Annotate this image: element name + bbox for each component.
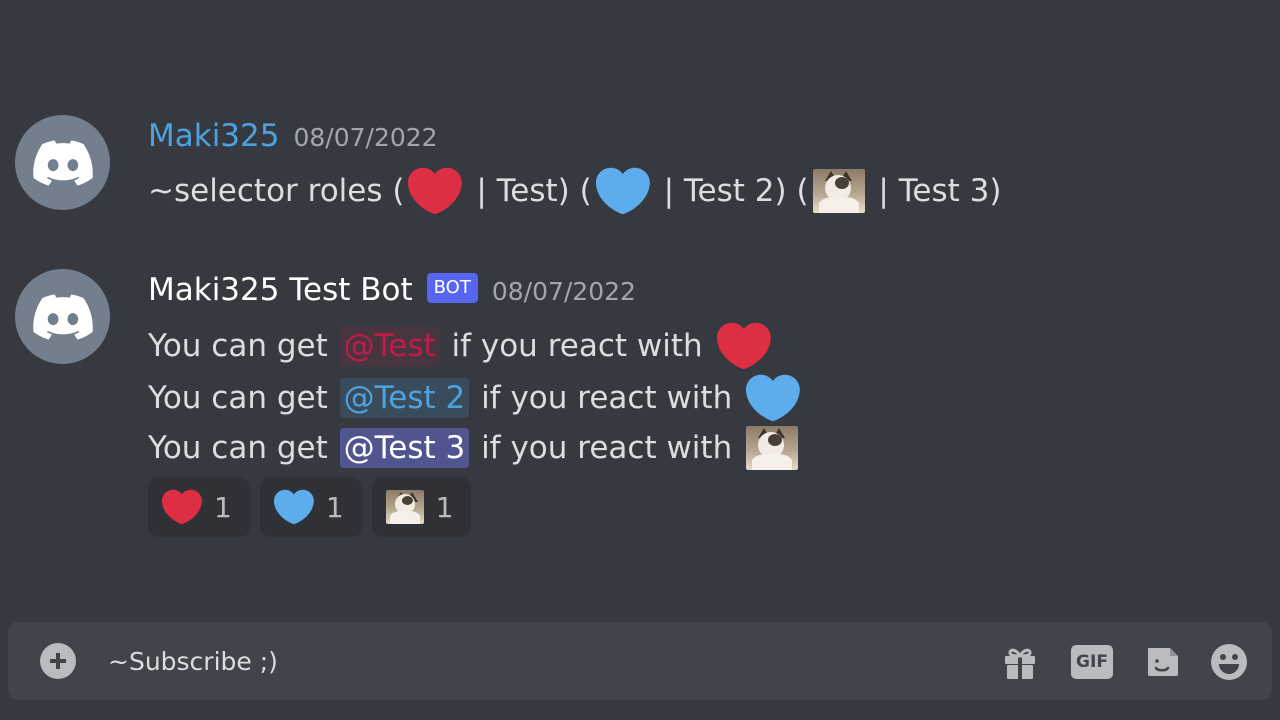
sticker-icon	[1148, 648, 1178, 676]
blue-heart-emoji-icon	[273, 489, 314, 525]
reaction-cat[interactable]: 1	[371, 477, 472, 537]
discord-logo-icon	[32, 139, 93, 186]
reaction-count: 1	[435, 490, 454, 524]
message-header: Maki325 08/07/2022	[148, 118, 438, 154]
content-text: ~selector roles (	[148, 173, 405, 209]
timestamp: 08/07/2022	[293, 123, 438, 152]
line-text: if you react with	[471, 430, 743, 466]
avatar[interactable]	[15, 115, 110, 210]
reaction-red-heart[interactable]: 1	[148, 477, 250, 537]
sticker-button[interactable]	[1140, 640, 1184, 684]
message-header: Maki325 Test Bot BOT 08/07/2022	[148, 272, 636, 308]
message-composer: GIF	[8, 622, 1272, 700]
message-input[interactable]	[108, 640, 908, 682]
message-line: You can get @Test if you react with	[148, 322, 775, 370]
reaction-blue-heart[interactable]: 1	[259, 477, 362, 537]
author-name[interactable]: Maki325 Test Bot	[148, 272, 413, 308]
red-heart-emoji-icon	[408, 167, 463, 215]
red-heart-emoji-icon	[162, 489, 202, 525]
reaction-count: 1	[214, 490, 232, 524]
content-text: | Test 3)	[868, 173, 1002, 209]
gift-icon	[1005, 648, 1035, 679]
author-name[interactable]: Maki325	[148, 118, 279, 154]
timestamp: 08/07/2022	[491, 277, 636, 306]
message-content: ~selector roles ( | Test) ( | Test 2) ( …	[148, 167, 1001, 215]
emoji-button[interactable]	[1207, 640, 1251, 684]
plus-icon	[50, 653, 66, 669]
line-text: if you react with	[471, 380, 743, 416]
discord-logo-icon	[32, 293, 93, 340]
gif-label: GIF	[1071, 645, 1113, 679]
cat-emoji-icon	[746, 426, 799, 470]
avatar[interactable]	[15, 269, 110, 364]
emoji-icon	[1211, 644, 1247, 680]
role-mention-test-2[interactable]: @Test 2	[339, 378, 470, 418]
upload-button[interactable]	[40, 643, 76, 679]
reaction-count: 1	[325, 490, 344, 524]
role-mention-test-3[interactable]: @Test 3	[339, 428, 470, 468]
line-text: You can get	[148, 430, 338, 466]
line-text: if you react with	[441, 328, 713, 364]
gif-button[interactable]: GIF	[1070, 640, 1114, 684]
line-text: You can get	[148, 380, 338, 416]
reactions-bar: 1 1 1	[148, 477, 472, 537]
blue-heart-emoji-icon	[745, 374, 800, 422]
bot-tag-badge: BOT	[426, 273, 478, 303]
message-line: You can get @Test 3 if you react with	[148, 426, 802, 470]
message-line: You can get @Test 2 if you react with	[148, 374, 804, 422]
red-heart-emoji-icon	[716, 322, 771, 370]
content-text: | Test) (	[466, 173, 592, 209]
content-text: | Test 2) (	[653, 173, 809, 209]
gift-button[interactable]	[998, 640, 1042, 684]
line-text: You can get	[148, 328, 338, 364]
role-mention-test[interactable]: @Test	[339, 326, 440, 366]
cat-emoji-icon	[812, 169, 865, 213]
cat-emoji-icon	[385, 490, 424, 524]
blue-heart-emoji-icon	[595, 167, 650, 215]
